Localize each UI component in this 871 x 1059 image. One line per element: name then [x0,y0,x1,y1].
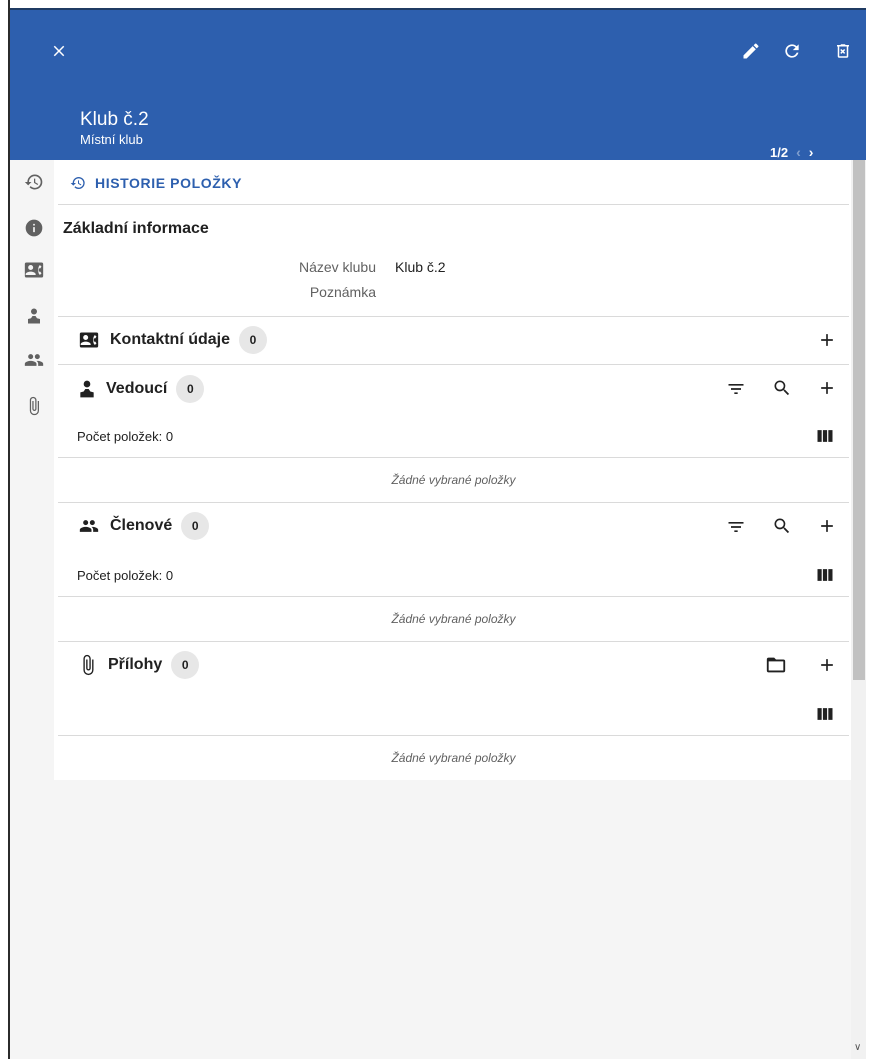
field-label-note: Poznámka [309,284,376,300]
pager-position: 1/2 [770,144,789,160]
nav-contacts[interactable] [24,260,44,280]
contact-card-icon [79,332,99,348]
folder-icon [766,657,786,673]
history-icon [24,174,43,190]
attachments-folder-button[interactable] [765,654,787,676]
close-button[interactable] [45,37,73,65]
history-icon [70,177,85,189]
add-icon [821,382,833,394]
members-section-header: Členové 0 [77,512,210,540]
paperclip-icon [83,654,94,676]
nav-leaders[interactable] [24,306,44,326]
search-icon [774,518,790,534]
members-columns-button[interactable] [814,564,836,586]
contacts-section-header: Kontaktní údaje 0 [77,326,268,354]
search-icon [774,380,790,396]
add-icon [821,334,833,346]
leaders-filter-button[interactable] [725,378,747,400]
divider [58,641,849,642]
attachments-columns-button[interactable] [814,703,836,725]
info-icon [25,219,43,237]
leaders-items-count: Počet položek: 0 [77,429,174,444]
divider [58,204,849,205]
record-subtitle: Místní klub [80,132,143,147]
nav-basic-info[interactable] [24,218,44,238]
attachments-title: Přílohy [108,656,163,673]
record-pager: 1/2 ‹ › [770,144,813,160]
attachments-section-header: Přílohy 0 [77,651,200,679]
detail-header: Klub č.2 Místní klub 1/2 ‹ › [10,10,866,160]
record-title: Klub č.2 [80,109,149,130]
filter-icon [728,522,744,532]
delete-icon [837,44,849,58]
attachments-empty-message: Žádné vybrané položky [391,751,516,765]
divider [58,502,849,503]
refresh-button[interactable] [778,37,806,65]
leaders-empty-message: Žádné vybrané položky [391,473,516,487]
delete-button[interactable] [829,37,857,65]
filter-icon [728,384,744,394]
divider [58,596,849,597]
scroll-down-arrow-icon[interactable]: ∨ [854,1042,861,1053]
divider [58,457,849,458]
leaders-title: Vedoucí [106,380,168,397]
contacts-count-badge: 0 [239,326,268,354]
divider [58,316,849,317]
members-count-badge: 0 [181,512,210,540]
person-icon [28,308,40,324]
basic-info-heading: Základní informace [63,220,209,237]
nav-history[interactable] [24,172,44,192]
attachments-add-button[interactable] [816,654,838,676]
next-record-button[interactable]: › [809,144,814,160]
attachments-count-badge: 0 [171,651,200,679]
contacts-title: Kontaktní údaje [110,331,231,348]
contact-card-icon [24,262,44,278]
members-empty-message: Žádné vybrané položky [391,612,516,626]
columns-icon [817,708,833,720]
columns-icon [817,430,833,442]
prev-record-button[interactable]: ‹ [796,144,801,160]
add-contact-button[interactable] [816,329,838,351]
edit-button[interactable] [737,37,765,65]
members-filter-button[interactable] [725,516,747,538]
nav-members[interactable] [24,350,44,370]
field-label-club-name: Název klubu [298,259,376,275]
leaders-count-badge: 0 [176,375,205,403]
leaders-add-button[interactable] [816,377,838,399]
scrollbar-thumb[interactable] [853,160,865,680]
section-nav [12,160,54,1059]
members-title: Členové [110,517,173,534]
vertical-scrollbar[interactable]: ∨ [851,160,866,1059]
window-frame-right [866,0,871,1059]
history-link[interactable]: HISTORIE POLOŽKY [70,175,242,191]
history-label: HISTORIE POLOŽKY [95,175,243,191]
detail-content: HISTORIE POLOŽKY Základní informace Náze… [54,160,851,780]
divider [58,735,849,736]
members-add-button[interactable] [816,515,838,537]
add-icon [821,659,833,671]
window-frame-left [0,0,10,1059]
person-icon [80,380,94,398]
divider [58,364,849,365]
leaders-search-button[interactable] [771,377,793,399]
edit-icon [743,43,759,59]
add-icon [821,520,833,532]
window-frame-top [0,0,871,10]
refresh-icon [785,44,799,58]
close-icon [53,45,65,57]
nav-attachments[interactable] [24,396,44,416]
members-items-count: Počet položek: 0 [77,568,174,583]
people-icon [79,520,99,532]
members-search-button[interactable] [771,515,793,537]
leaders-section-header: Vedoucí 0 [77,375,205,403]
paperclip-icon [29,396,39,416]
people-icon [24,354,44,366]
columns-icon [817,569,833,581]
field-value-club-name: Klub č.2 [395,259,446,275]
leaders-columns-button[interactable] [814,425,836,447]
